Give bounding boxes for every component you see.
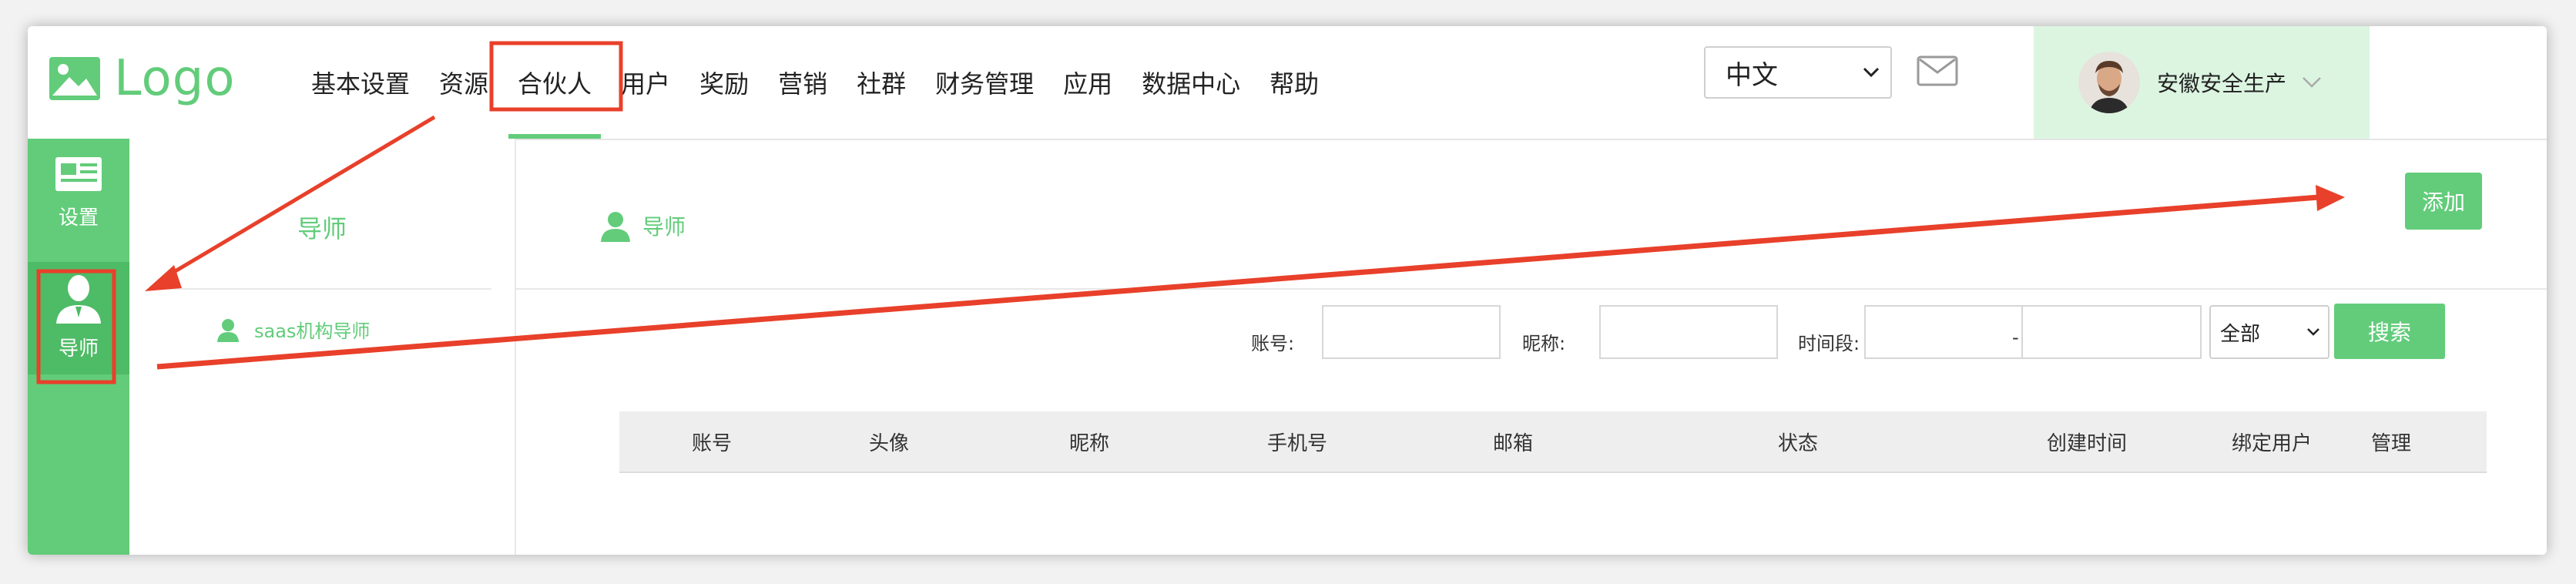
nav-item-help[interactable]: 帮助 <box>1270 26 1319 139</box>
main-nav: 基本设置 资源 合伙人 用户 奖励 营销 社群 财务管理 应用 数据中心 帮助 <box>311 26 1348 139</box>
chevron-down-icon[interactable] <box>2302 76 2322 89</box>
chevron-down-icon <box>2307 328 2319 336</box>
app-window: Logo 基本设置 资源 合伙人 用户 奖励 营销 社群 财务管理 应用 数据中… <box>28 26 2547 555</box>
submenu-panel: 导师 saas机构导师 <box>129 139 516 555</box>
image-icon <box>49 57 100 100</box>
account-label: 账号: <box>1251 333 1295 354</box>
sidebar-item-label: 导师 <box>58 337 99 361</box>
table-header: 账号 头像 昵称 手机号 邮箱 状态 创建时间 绑定用户 管理 <box>619 411 2487 473</box>
divider <box>153 288 491 290</box>
column-header-status: 状态 <box>1777 431 1818 455</box>
column-header-bound-user: 绑定用户 <box>2231 431 2312 455</box>
add-button[interactable]: 添加 <box>2405 173 2482 230</box>
main-content: 导师 添加 账号: 昵称: 时间段: - 全部 搜索 账号 头像 昵称 手机号 … <box>516 139 2547 555</box>
mail-icon[interactable] <box>1917 55 1958 86</box>
user-name: 安徽安全生产 <box>2157 71 2287 96</box>
nav-item-users[interactable]: 用户 <box>621 26 670 139</box>
user-panel[interactable]: 安徽安全生产 <box>2034 26 2370 139</box>
column-header-account: 账号 <box>691 431 732 455</box>
nav-item-finance[interactable]: 财务管理 <box>935 26 1034 139</box>
breadcrumb-label: 导师 <box>642 214 686 240</box>
divider <box>516 288 2547 290</box>
column-header-phone: 手机号 <box>1266 431 1327 455</box>
language-select-value: 中文 <box>1726 59 1778 91</box>
user-icon <box>601 212 630 242</box>
end-date-input[interactable] <box>2021 305 2202 359</box>
column-header-avatar: 头像 <box>868 431 909 455</box>
nav-item-marketing[interactable]: 营销 <box>778 26 827 139</box>
chevron-down-icon <box>1863 67 1880 78</box>
nav-item-partners[interactable]: 合伙人 <box>508 26 602 139</box>
nickname-input[interactable] <box>1599 305 1778 359</box>
column-header-nickname: 昵称 <box>1068 431 1109 455</box>
sidebar-item-settings[interactable]: 设置 <box>28 156 129 248</box>
submenu-title: 导师 <box>297 214 347 243</box>
sidebar-item-label: 设置 <box>58 206 99 230</box>
top-bar: Logo 基本设置 资源 合伙人 用户 奖励 营销 社群 财务管理 应用 数据中… <box>28 26 2547 140</box>
nav-item-apps[interactable]: 应用 <box>1063 26 1112 139</box>
nav-item-data-center[interactable]: 数据中心 <box>1142 26 1240 139</box>
time-range-label: 时间段: <box>1798 333 1860 354</box>
range-separator: - <box>2012 327 2019 348</box>
sidebar-item-mentor[interactable]: 导师 <box>28 262 129 374</box>
column-header-manage: 管理 <box>2370 431 2411 455</box>
submenu-item-label: saas机构导师 <box>254 321 371 342</box>
language-select[interactable]: 中文 <box>1704 46 1892 99</box>
breadcrumb: 导师 <box>599 210 686 242</box>
account-input[interactable] <box>1322 305 1501 359</box>
logo-text: Logo <box>114 50 236 107</box>
column-header-created-time: 创建时间 <box>2046 431 2127 455</box>
nav-item-basic-settings[interactable]: 基本设置 <box>311 26 410 139</box>
nav-item-community[interactable]: 社群 <box>857 26 906 139</box>
status-select-value: 全部 <box>2220 322 2261 346</box>
submenu-item-saas-mentor[interactable]: saas机构导师 <box>216 316 370 343</box>
column-header-email: 邮箱 <box>1492 431 1533 455</box>
status-select[interactable]: 全部 <box>2209 305 2329 359</box>
sidebar: 设置 导师 <box>28 139 129 555</box>
nickname-label: 昵称: <box>1522 333 1566 354</box>
nav-item-rewards[interactable]: 奖励 <box>699 26 749 139</box>
nav-item-resources[interactable]: 资源 <box>439 26 488 139</box>
avatar[interactable] <box>2078 52 2140 113</box>
logo[interactable]: Logo <box>49 48 235 109</box>
id-card-icon <box>55 157 102 191</box>
user-icon <box>217 318 239 342</box>
search-button[interactable]: 搜索 <box>2334 304 2445 359</box>
user-icon <box>56 275 101 324</box>
